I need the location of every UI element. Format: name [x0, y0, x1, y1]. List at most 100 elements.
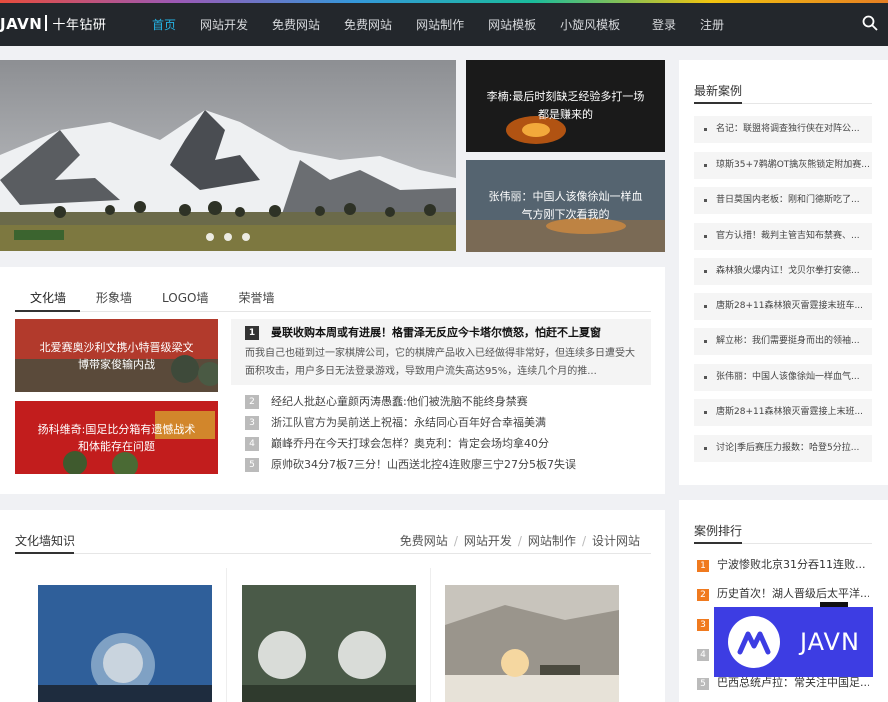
list-item[interactable]: 昔日莫国内老板：刚和门德斯吃了...	[694, 187, 872, 214]
tab-culture-wall[interactable]: 文化墙	[15, 289, 81, 307]
list-item[interactable]: 唐斯28+11森林狼灭雷霆接上末班...	[694, 399, 872, 426]
list-item[interactable]: 2 历史首次！湖人晋级后太平洋...	[697, 586, 869, 602]
section-title-underline	[15, 552, 74, 554]
thumb-caption: 北爱赛奥沙利文携小特晋级梁文博带家俊输内战	[39, 340, 194, 371]
list-item[interactable]: 讨论|季后赛压力报数：哈登5分拉...	[694, 435, 872, 462]
register-link[interactable]: 注册	[688, 0, 736, 50]
slider-dots	[206, 233, 250, 241]
list-item[interactable]: 解立彬：我们需要挺身而出的领袖...	[694, 328, 872, 355]
rank-number: 4	[697, 649, 709, 661]
list-item[interactable]: 5 巴西总统卢拉：常关注中国足...	[697, 675, 869, 691]
hero-image-snow-mountain	[0, 60, 456, 251]
list-item[interactable]: 张伟丽：中国人该像徐灿一样血气...	[694, 364, 872, 391]
list-item[interactable]: 名记：联盟将调查独行侠在对阵公...	[694, 116, 872, 143]
rank-title: 宁波惨败北京31分吞11连败...	[717, 558, 866, 571]
featured-title[interactable]: 1 曼联收购本周或有进展！格雷泽无反应今卡塔尔愤怒，怕赶不上夏窗	[245, 325, 637, 341]
rank-number: 3	[245, 416, 259, 430]
category-link-site-making[interactable]: 网站制作	[528, 534, 576, 548]
column-divider	[226, 568, 227, 702]
section-title: 案例排行	[694, 524, 743, 538]
featured-title-text: 曼联收购本周或有进展！格雷泽无反应今卡塔尔愤怒，怕赶不上夏窗	[271, 326, 601, 339]
category-link-web-dev[interactable]: 网站开发	[464, 534, 512, 548]
rank-number: 5	[697, 678, 709, 690]
list-item[interactable]: 琼斯35+7鹈鹕OT擒灰熊锁定附加赛...	[694, 152, 872, 179]
news-title: 经纪人批赵心童颜丙涛愚蠢:他们被洗脑不能终身禁赛	[271, 395, 528, 408]
column-divider	[430, 568, 431, 702]
tab-honor-wall[interactable]: 荣誉墙	[223, 289, 289, 307]
list-item[interactable]: 1 宁波惨败北京31分吞11连败...	[697, 557, 869, 573]
cockpit-image	[242, 585, 416, 702]
nav-item-site-making[interactable]: 网站制作	[404, 0, 476, 46]
site-logo[interactable]: JAVN 十年钻研	[0, 14, 106, 33]
side-card-caption: 张伟丽：中国人该像徐灿一样血气方刚下次看我的	[488, 190, 643, 221]
auth-links: 登录 注册	[640, 0, 736, 50]
list-item[interactable]: 5 原帅砍34分7板7三分！山西送北控4连败廖三宁27分5板7失误	[245, 454, 576, 475]
list-item[interactable]: 森林狼火爆内讧！戈贝尔拳打安德...	[694, 258, 872, 285]
link-separator: /	[453, 534, 458, 548]
search-icon[interactable]	[862, 15, 878, 31]
thumb-caption: 扬科维奇:国足比分箱有遗憾战术和体能存在问题	[37, 422, 196, 453]
slider-dot[interactable]	[242, 233, 250, 241]
link-separator: /	[581, 534, 586, 548]
news-title: 巅峰乔丹在今天打球会怎样？奥克利：肯定会场均拿40分	[271, 437, 549, 450]
badge-text: JAVN	[800, 628, 860, 656]
side-card-1[interactable]: 李楠:最后时刻缺乏经验多打一场都是赚来的	[466, 60, 665, 152]
side-card-caption: 李楠:最后时刻缺乏经验多打一场都是赚来的	[486, 90, 645, 121]
nav-item-home[interactable]: 首页	[140, 0, 188, 46]
cockpit-image	[38, 585, 212, 702]
logo-slogan: 十年钻研	[52, 18, 107, 33]
article-image-1[interactable]	[38, 585, 212, 702]
tab-image-wall[interactable]: 形象墙	[81, 289, 147, 307]
tab-bar: 文化墙 形象墙 LOGO墙 荣誉墙	[15, 289, 290, 307]
news-title: 浙江队官方为吴前送上祝福：永结同心百年好合幸福美满	[271, 416, 546, 429]
main-nav: 首页 网站开发 免费网站 免费网站 网站制作 网站模板 小旋风模板	[140, 0, 632, 46]
rank-title: 历史首次！湖人晋级后太平洋...	[717, 587, 869, 600]
category-link-design-site[interactable]: 设计网站	[592, 534, 640, 548]
list-item[interactable]: 2 经纪人批赵心童颜丙涛愚蠢:他们被洗脑不能终身禁赛	[245, 391, 576, 412]
list-item[interactable]: 3 浙江队官方为吴前送上祝福：永结同心百年好合幸福美满	[245, 412, 576, 433]
featured-summary: 而我自己也碰到过一家棋牌公司，它的棋牌产品收入已经做得非常好，但连续多日遭受大面…	[245, 348, 635, 377]
article-image-3[interactable]	[445, 585, 619, 702]
nav-item-free-site-2[interactable]: 免费网站	[332, 0, 404, 46]
javn-logo-icon	[728, 616, 780, 668]
logo-text: JAVN	[0, 15, 43, 33]
active-tab-underline	[15, 310, 80, 312]
rank-number: 1	[697, 560, 709, 572]
rank-number: 4	[245, 437, 259, 451]
section-title-underline	[694, 102, 742, 104]
slider-dot[interactable]	[224, 233, 232, 241]
link-separator: /	[517, 534, 522, 548]
list-item[interactable]: 唐斯28+11森林狼灭雷霆接末班车...	[694, 293, 872, 320]
login-link[interactable]: 登录	[640, 0, 688, 50]
featured-article[interactable]: 1 曼联收购本周或有进展！格雷泽无反应今卡塔尔愤怒，怕赶不上夏窗 而我自己也碰到过…	[231, 319, 651, 385]
news-title: 原帅砍34分7板7三分！山西送北控4连败廖三宁27分5板7失误	[271, 458, 576, 471]
nav-item-templates[interactable]: 网站模板	[476, 0, 548, 46]
list-item[interactable]: 官方认措！裁判主管吉知布禁赛、...	[694, 223, 872, 250]
thumb-card-2[interactable]: 扬科维奇:国足比分箱有遗憾战术和体能存在问题	[15, 401, 218, 474]
nav-item-web-dev[interactable]: 网站开发	[188, 0, 260, 46]
section-divider	[15, 553, 651, 554]
knowledge-panel: 文化墙知识 免费网站 / 网站开发 / 网站制作 / 设计网站	[0, 510, 665, 702]
javn-badge[interactable]: JAVN	[714, 607, 873, 677]
tab-logo-wall[interactable]: LOGO墙	[147, 289, 223, 307]
nav-item-xuanfeng-templates[interactable]: 小旋风模板	[548, 0, 632, 46]
list-item[interactable]: 4 巅峰乔丹在今天打球会怎样？奥克利：肯定会场均拿40分	[245, 433, 576, 454]
side-card-2[interactable]: 张伟丽：中国人该像徐灿一样血气方刚下次看我的	[466, 160, 665, 252]
slider-dot[interactable]	[206, 233, 214, 241]
hero-slider[interactable]	[0, 60, 456, 251]
rank-title: 巴西总统卢拉：常关注中国足...	[717, 676, 869, 689]
thumb-card-1[interactable]: 北爱赛奥沙利文携小特晋级梁文博带家俊输内战	[15, 319, 218, 392]
rank-number: 5	[245, 458, 259, 472]
rank-number: 2	[245, 395, 259, 409]
nav-item-free-site[interactable]: 免费网站	[260, 0, 332, 46]
category-links: 免费网站 / 网站开发 / 网站制作 / 设计网站	[400, 532, 640, 549]
section-title: 文化墙知识	[15, 534, 76, 548]
news-list: 2 经纪人批赵心童颜丙涛愚蠢:他们被洗脑不能终身禁赛 3 浙江队官方为吴前送上祝福：…	[245, 391, 576, 475]
category-link-free-site[interactable]: 免费网站	[400, 534, 448, 548]
section-title-underline	[694, 542, 742, 544]
logo-divider	[45, 15, 48, 31]
article-image-2[interactable]	[242, 585, 416, 702]
tab-divider	[15, 311, 651, 312]
latest-cases-panel: 最新案例 名记：联盟将调查独行侠在对阵公... 琼斯35+7鹈鹕OT擒灰熊锁定附…	[679, 60, 888, 485]
rank-number: 2	[697, 589, 709, 601]
